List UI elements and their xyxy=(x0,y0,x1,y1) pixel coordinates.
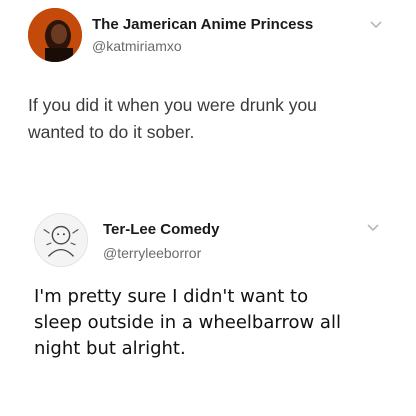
user-handle[interactable]: @katmiriamxo xyxy=(92,38,182,54)
avatar[interactable] xyxy=(34,213,88,267)
tweet-text-line: wanted to do it sober. xyxy=(28,122,195,142)
tweet-text-line: I'm pretty sure I didn't want to xyxy=(34,286,309,307)
tweet-text: I'm pretty sure I didn't want to sleep o… xyxy=(34,284,341,362)
avatar[interactable] xyxy=(28,8,82,62)
tweet-text-line: If you did it when you were drunk you xyxy=(28,95,317,115)
tweet-text-line: night but alright. xyxy=(34,338,186,359)
display-name[interactable]: Ter-Lee Comedy xyxy=(103,221,219,238)
tweet-card: Ter-Lee Comedy @terryleeborror I'm prett… xyxy=(0,200,416,416)
tweet-card: The Jamerican Anime Princess @katmiriamx… xyxy=(0,0,416,200)
tweet-text-line: sleep outside in a wheelbarrow all xyxy=(34,312,341,333)
display-name[interactable]: The Jamerican Anime Princess xyxy=(92,16,313,33)
chevron-down-icon[interactable] xyxy=(369,20,383,30)
chevron-down-icon[interactable] xyxy=(366,223,380,233)
user-handle[interactable]: @terryleeborror xyxy=(103,245,201,261)
tweet-text: If you did it when you were drunk you wa… xyxy=(28,92,317,146)
